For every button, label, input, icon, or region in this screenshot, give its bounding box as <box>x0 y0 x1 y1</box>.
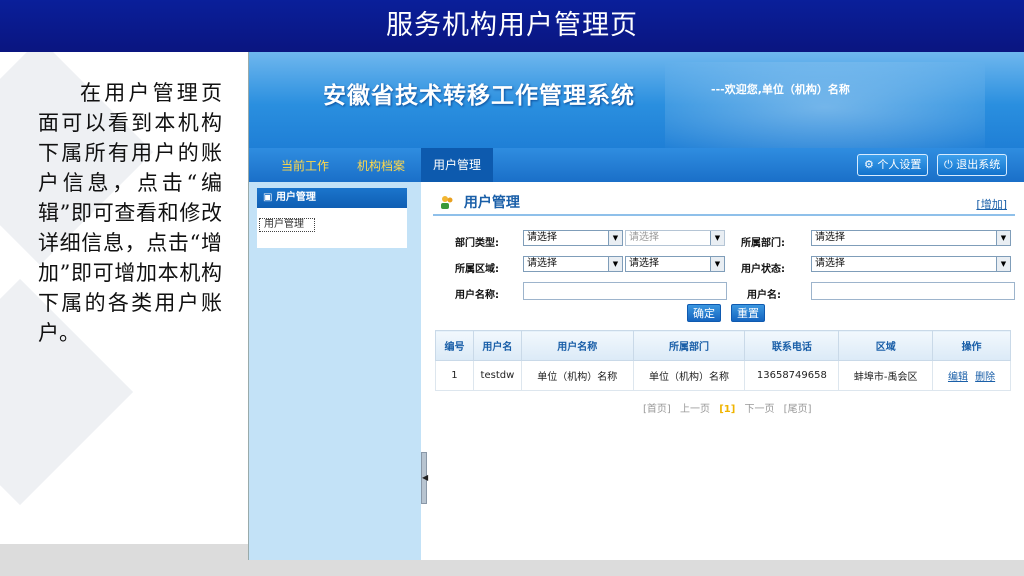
personal-settings-label: 个人设置 <box>877 158 922 171</box>
slide-title: 服务机构用户管理页 <box>0 0 1024 52</box>
slide: 服务机构用户管理页 在用户管理页面可以看到本机构下属所有用户的账户信息，点击“编… <box>0 0 1024 576</box>
sidebar-splitter[interactable]: ◀ <box>421 452 429 504</box>
cell-phone: 13658749658 <box>744 360 840 391</box>
sidebar: ▣ 用户管理 用户管理 <box>249 182 421 560</box>
fullname-label: 用户名称: <box>455 290 499 301</box>
status-label: 用户状态: <box>741 264 785 275</box>
gear-icon: ⚙ <box>864 158 874 171</box>
cell-fullname: 单位（机构）名称 <box>520 360 634 391</box>
region-label: 所属区域: <box>455 264 499 275</box>
dept-type-sub-select[interactable]: 请选择 ▼ <box>625 230 725 246</box>
cell-actions: 编辑 删除 <box>932 360 1011 391</box>
cell-dept: 单位（机构）名称 <box>632 360 746 391</box>
panel-title-label: 用户管理 <box>463 195 520 211</box>
status-select[interactable]: 请选择 ▼ <box>811 256 1011 272</box>
dept-label: 所属部门: <box>741 238 785 249</box>
sidebar-item-user-management[interactable]: 用户管理 <box>259 218 315 232</box>
sidebar-menu: 用户管理 <box>257 208 407 248</box>
fullname-input[interactable] <box>523 282 727 300</box>
expand-icon: ▣ <box>263 192 273 203</box>
chevron-down-icon: ▼ <box>608 257 622 271</box>
column-header: 用户名称 <box>520 330 634 361</box>
pager-current: [1] <box>719 404 736 415</box>
chevron-down-icon: ▼ <box>996 231 1010 245</box>
pager-last[interactable]: [尾页] <box>784 404 812 415</box>
column-header: 编号 <box>435 330 474 361</box>
header-glow <box>665 62 985 148</box>
cell-username: testdw <box>472 360 522 391</box>
pagination: [首页] 上一页 [1] 下一页 [尾页] <box>643 400 817 415</box>
cell-id: 1 <box>435 360 474 391</box>
add-user-link[interactable]: [增加] <box>976 196 1007 212</box>
region-sub-select[interactable]: 请选择 ▼ <box>625 256 725 272</box>
sidebar-header-label: 用户管理 <box>275 192 316 203</box>
nav-item-current-work[interactable]: 当前工作 <box>281 157 329 174</box>
cell-region: 蚌埠市-禹会区 <box>838 360 934 391</box>
logout-button[interactable]: ⏻ 退出系统 <box>937 154 1008 176</box>
table-header-row: 编号 用户名 用户名称 所属部门 联系电话 区域 操作 <box>435 330 1011 361</box>
main-panel: 用户管理 [增加] 部门类型: 请选择 ▼ 请选择 ▼ 所属部门: 请选择 ▼ … <box>429 182 1024 560</box>
region-value: 请选择 <box>527 258 557 269</box>
column-header: 区域 <box>838 330 934 361</box>
edit-link[interactable]: 编辑 <box>948 372 968 383</box>
app-screenshot: 安徽省技术转移工作管理系统 ---欢迎您,单位（机构）名称 当前工作 机构档案 … <box>248 52 1024 560</box>
delete-link[interactable]: 删除 <box>975 372 995 383</box>
username-input[interactable] <box>811 282 1015 300</box>
pager-prev[interactable]: 上一页 <box>680 404 710 415</box>
dept-type-select[interactable]: 请选择 ▼ <box>523 230 623 246</box>
chevron-down-icon: ▼ <box>710 257 724 271</box>
column-header: 操作 <box>932 330 1011 361</box>
logout-label: 退出系统 <box>956 158 1001 171</box>
reset-button[interactable]: 重置 <box>731 304 765 322</box>
system-header: 安徽省技术转移工作管理系统 ---欢迎您,单位（机构）名称 <box>249 52 1024 148</box>
dept-type-value: 请选择 <box>527 232 557 243</box>
welcome-text: ---欢迎您,单位（机构）名称 <box>711 83 850 96</box>
pager-next[interactable]: 下一页 <box>744 404 774 415</box>
user-table: 编号 用户名 用户名称 所属部门 联系电话 区域 操作 1 testdw 单位（… <box>435 330 1011 391</box>
table-row: 1 testdw 单位（机构）名称 单位（机构）名称 13658749658 蚌… <box>435 360 1011 391</box>
slide-description: 在用户管理页面可以看到本机构下属所有用户的账户信息，点击“编辑”即可查看和修改详… <box>38 81 222 345</box>
dept-type-label: 部门类型: <box>455 238 499 249</box>
column-header: 所属部门 <box>632 330 746 361</box>
nav-item-org-profile[interactable]: 机构档案 <box>357 157 405 174</box>
top-nav: 当前工作 机构档案 用户管理 ⚙ 个人设置 ⏻ 退出系统 <box>249 148 1024 182</box>
power-icon: ⏻ <box>944 158 953 171</box>
dept-select[interactable]: 请选择 ▼ <box>811 230 1011 246</box>
chevron-down-icon: ▼ <box>996 257 1010 271</box>
panel-divider <box>433 214 1015 216</box>
status-value: 请选择 <box>815 258 845 269</box>
nav-item-user-management[interactable]: 用户管理 <box>421 148 494 182</box>
region-select[interactable]: 请选择 ▼ <box>523 256 623 272</box>
column-header: 用户名 <box>472 330 522 361</box>
column-header: 联系电话 <box>744 330 840 361</box>
users-icon <box>441 196 453 209</box>
dept-value: 请选择 <box>815 232 845 243</box>
dept-type-sub-value: 请选择 <box>629 232 659 243</box>
confirm-button[interactable]: 确定 <box>687 304 721 322</box>
chevron-down-icon: ▼ <box>710 231 724 245</box>
chevron-down-icon: ▼ <box>608 231 622 245</box>
system-title: 安徽省技术转移工作管理系统 <box>323 83 635 109</box>
region-sub-value: 请选择 <box>629 258 659 269</box>
username-label: 用户名: <box>747 290 781 301</box>
sidebar-header: ▣ 用户管理 <box>257 188 407 208</box>
panel-title: 用户管理 <box>439 192 520 212</box>
personal-settings-button[interactable]: ⚙ 个人设置 <box>857 154 929 176</box>
collapse-arrow-icon: ◀ <box>422 473 429 482</box>
pager-first[interactable]: [首页] <box>643 404 671 415</box>
